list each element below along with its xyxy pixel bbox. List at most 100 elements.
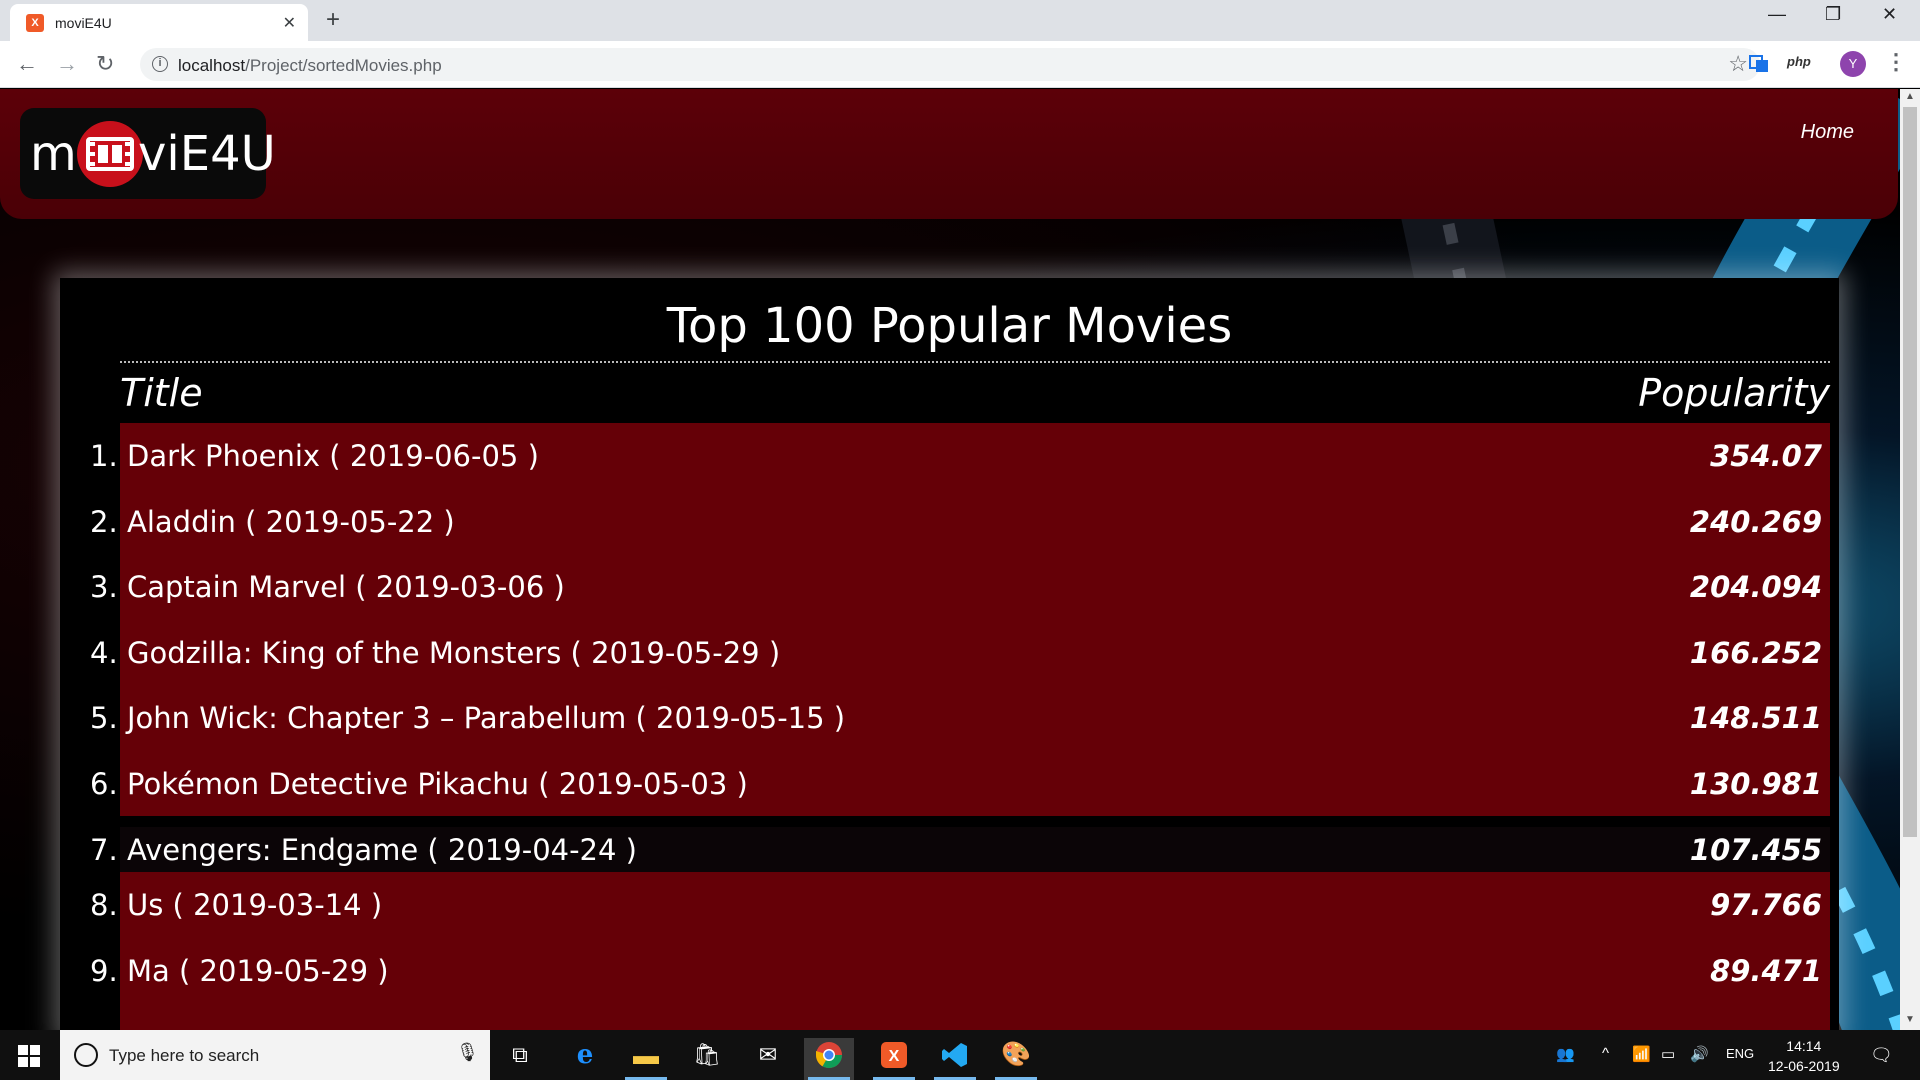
toolbar: ← → ↻ i localhost/Project/sortedMovies.p… [0,41,1920,88]
movie-row[interactable]: 4. Godzilla: King of the Monsters ( 2019… [90,619,1830,685]
network-icon[interactable]: 📶 [1632,1045,1651,1063]
movie-row[interactable]: 5. John Wick: Chapter 3 – Parabellum ( 2… [90,685,1830,751]
movie-popularity: 166.252 [1689,635,1822,670]
chrome-icon[interactable] [804,1038,854,1080]
page-scrollbar[interactable]: ▲ ▼ [1900,89,1920,1030]
language-indicator[interactable]: ENG [1726,1046,1754,1061]
logo-text: viE4U [138,126,276,182]
clock-time: 14:14 [1786,1038,1822,1054]
column-header-title: Title [120,371,203,415]
movies-panel: Top 100 Popular Movies Title Popularity … [60,278,1839,1030]
movie-title: Dark Phoenix ( 2019-06-05 ) [127,439,539,473]
movie-title: Us ( 2019-03-14 ) [127,888,383,922]
bookmark-star-icon[interactable]: ☆ [1728,51,1748,77]
translate-extension-icon[interactable] [1748,52,1770,79]
movie-title: Captain Marvel ( 2019-03-06 ) [127,570,565,604]
movie-popularity: 89.471 [1710,953,1822,988]
taskbar-search-box[interactable]: Type here to search 🎙 [60,1030,490,1080]
movie-row[interactable]: 2. Aladdin ( 2019-05-22 ) 240.269 [90,488,1830,554]
movie-rank: 2. [90,504,118,539]
battery-icon[interactable]: ▭ [1661,1045,1675,1063]
movie-row[interactable]: 1. Dark Phoenix ( 2019-06-05 ) 354.07 [90,423,1830,489]
address-bar[interactable]: i localhost/Project/sortedMovies.php ☆ [140,48,1760,81]
close-tab-icon[interactable]: ✕ [283,13,296,33]
movie-rank: 9. [90,953,118,988]
browser-tab[interactable]: X moviE4U ✕ [10,4,308,41]
volume-icon[interactable]: 🔊 [1690,1045,1709,1063]
page-viewport: m viE4U Home Top 100 Popular Movies Titl… [0,89,1900,1030]
chrome-menu-icon[interactable]: ⋮ [1885,49,1907,75]
movie-popularity: 354.07 [1710,439,1822,473]
movie-title: Ma ( 2019-05-29 ) [127,953,389,988]
movie-popularity: 97.766 [1710,888,1822,922]
minimize-button[interactable]: — [1768,4,1786,25]
back-button[interactable]: ← [16,51,38,77]
info-icon[interactable]: i [152,56,168,72]
movie-rank: 4. [90,635,118,670]
clock-date: 12-06-2019 [1768,1058,1840,1074]
microphone-icon[interactable]: 🎙 [456,1042,479,1063]
scroll-down-arrow-icon[interactable]: ▼ [1905,1014,1915,1025]
people-icon[interactable]: 👥 [1556,1045,1575,1063]
movie-title: Godzilla: King of the Monsters ( 2019-05… [127,635,781,670]
paint-icon[interactable]: 🎨 [991,1038,1041,1080]
movie-row[interactable]: 3. Captain Marvel ( 2019-03-06 ) 204.094 [90,554,1830,620]
movie-row[interactable] [120,1003,1830,1030]
movie-row[interactable]: 6. Pokémon Detective Pikachu ( 2019-05-0… [90,750,1830,816]
nav-home-link[interactable]: Home [1801,121,1854,144]
search-placeholder: Type here to search [109,1046,260,1065]
file-explorer-icon[interactable]: ▬ [621,1038,671,1080]
site-header: m viE4U Home [0,89,1898,219]
forward-button[interactable]: → [56,51,78,77]
movie-popularity: 130.981 [1689,766,1822,801]
movie-popularity: 148.511 [1689,701,1822,735]
movie-popularity: 204.094 [1689,570,1822,604]
movie-title: Aladdin ( 2019-05-22 ) [127,504,455,539]
edge-icon[interactable]: e [560,1038,610,1080]
windows-taskbar: Type here to search 🎙 ⧉ e ▬ 🛍 ✉ X 🎨 👥 ^ … [0,1030,1920,1080]
profile-avatar[interactable]: Y [1840,51,1866,77]
movie-rank: 7. [90,833,118,867]
system-clock[interactable]: 14:14 12-06-2019 [1768,1036,1840,1076]
column-header-popularity: Popularity [1638,371,1830,415]
mail-icon[interactable]: ✉ [743,1038,793,1080]
movie-rank: 5. [90,701,118,735]
tab-title: moviE4U [55,15,112,31]
svg-text:X: X [889,1048,900,1065]
movie-popularity: 240.269 [1689,504,1822,539]
movie-title: Pokémon Detective Pikachu ( 2019-05-03 ) [127,766,748,801]
page-title: Top 100 Popular Movies [666,298,1233,354]
movie-row[interactable]: 8. Us ( 2019-03-14 ) 97.766 [90,872,1830,938]
vscode-icon[interactable] [930,1038,980,1080]
site-logo[interactable]: m viE4U [20,108,276,199]
movie-popularity: 107.455 [1689,833,1822,867]
task-view-icon[interactable]: ⧉ [495,1038,545,1080]
movie-rank: 6. [90,766,118,801]
show-hidden-icons-icon[interactable]: ^ [1602,1045,1609,1062]
tab-strip: X moviE4U ✕ + — ❐ ✕ [0,0,1920,41]
scroll-thumb[interactable] [1903,107,1917,837]
store-icon[interactable]: 🛍 [682,1038,732,1080]
php-extension-icon[interactable]: php [1787,54,1811,69]
movie-row[interactable]: 9. Ma ( 2019-05-29 ) 89.471 [90,937,1830,1003]
windows-start-icon[interactable] [18,1045,40,1072]
movie-rank: 1. [90,439,118,473]
movie-rank: 3. [90,570,118,604]
notifications-icon[interactable]: 🗨 [1870,1045,1893,1066]
cortana-icon [74,1043,98,1067]
restore-button[interactable]: ❐ [1825,4,1841,25]
movie-title: Avengers: Endgame ( 2019-04-24 ) [127,833,637,867]
title-divider [120,361,1830,363]
url-text[interactable]: localhost/Project/sortedMovies.php [178,56,442,76]
xampp-favicon-icon: X [26,14,44,32]
scroll-up-arrow-icon[interactable]: ▲ [1905,91,1915,102]
movie-row-hovered[interactable]: 7. Avengers: Endgame ( 2019-04-24 ) 107.… [90,827,1830,872]
film-reel-logo-icon [77,121,143,187]
xampp-icon[interactable]: X [869,1038,919,1080]
movie-rank: 8. [90,888,118,922]
close-window-button[interactable]: ✕ [1882,4,1897,25]
movie-title: John Wick: Chapter 3 – Parabellum ( 2019… [127,701,846,735]
reload-button[interactable]: ↻ [96,51,114,77]
new-tab-button[interactable]: + [326,6,340,34]
logo-letter-m: m [30,126,77,182]
